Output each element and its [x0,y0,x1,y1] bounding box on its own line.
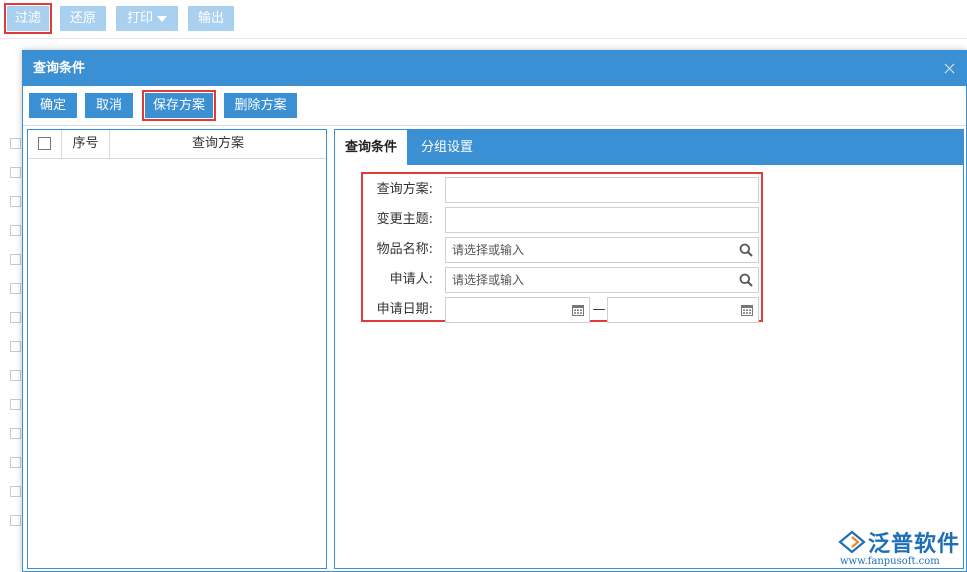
condition-panel: 查询条件 分组设置 查询方案: 变更主题: 物品名称: 请选择或输入 申请人: … [334,129,964,569]
row-checkbox[interactable] [10,138,21,149]
item-name-label: 物品名称: [376,242,433,257]
dialog-toolbar: 确定 取消 保存方案 删除方案 [23,86,966,126]
change-subject-input[interactable] [445,207,759,233]
search-icon[interactable] [739,273,753,287]
query-dialog: 查询条件 确定 取消 保存方案 删除方案 序号 查询方案 查询条件 分组设置 查… [22,50,967,572]
print-button[interactable]: 打印 [116,6,178,31]
applicant-placeholder: 请选择或输入 [452,273,525,287]
item-name-placeholder: 请选择或输入 [452,243,525,257]
column-header-plan: 查询方案 [191,136,244,151]
save-plan-button[interactable]: 保存方案 [142,90,216,121]
row-checkbox[interactable] [10,283,21,294]
calendar-icon[interactable] [741,304,753,316]
row-checkbox[interactable] [10,486,21,497]
brand-watermark: 泛普软件 www.fanpusoft.com [836,526,962,570]
row-checkbox[interactable] [10,254,21,265]
search-icon[interactable] [739,243,753,257]
brand-name: 泛普软件 [868,532,961,557]
dialog-header: 查询条件 [23,51,966,86]
row-checkbox[interactable] [10,312,21,323]
restore-button[interactable]: 还原 [60,6,106,31]
filter-button[interactable]: 过滤 [4,3,52,34]
tab-query-conditions[interactable]: 查询条件 [335,130,407,165]
close-icon[interactable] [940,51,958,86]
form-row-item-name: 物品名称: 请选择或输入 [363,237,761,265]
brand-url: www.fanpusoft.com [840,556,940,567]
change-subject-label: 变更主题: [376,212,433,227]
plan-list-header: 序号 查询方案 [28,130,326,159]
background-grid-checkboxes [10,138,22,544]
row-checkbox[interactable] [10,428,21,439]
tab-bar: 查询条件 分组设置 [335,130,963,165]
form-row-applicant: 申请人: 请选择或输入 [363,267,761,295]
calendar-icon[interactable] [572,304,584,316]
toolbar-divider [0,38,967,39]
row-checkbox[interactable] [10,341,21,352]
row-checkbox[interactable] [10,167,21,178]
dialog-title: 查询条件 [33,61,86,76]
row-checkbox[interactable] [10,370,21,381]
row-checkbox[interactable] [10,399,21,410]
applicant-input[interactable]: 请选择或输入 [445,267,759,293]
item-name-input[interactable]: 请选择或输入 [445,237,759,263]
row-checkbox[interactable] [10,515,21,526]
date-range-separator: — [592,302,606,317]
query-plan-input[interactable] [445,177,759,203]
select-all-cell [28,130,62,159]
form-row-change-subject: 变更主题: [363,207,761,235]
date-from-input[interactable] [445,297,590,323]
main-toolbar: 过滤 还原 打印 输出 [0,0,967,38]
query-form: 查询方案: 变更主题: 物品名称: 请选择或输入 申请人: 请选择或输入 申请日… [361,172,763,325]
delete-plan-button[interactable]: 删除方案 [224,93,297,118]
form-row-apply-date: 申请日期: — [363,297,761,325]
print-button-label: 打印 [126,11,153,26]
tab-group-settings[interactable]: 分组设置 [421,130,473,165]
row-checkbox[interactable] [10,196,21,207]
form-row-query-plan: 查询方案: [363,177,761,205]
caret-down-icon [157,15,167,22]
select-all-checkbox[interactable] [38,137,51,150]
row-checkbox[interactable] [10,225,21,236]
brand-logo-icon [838,530,866,554]
column-header-seq: 序号 [62,130,110,159]
date-to-input[interactable] [607,297,759,323]
applicant-label: 申请人: [389,272,433,287]
export-button[interactable]: 输出 [188,6,234,31]
apply-date-label: 申请日期: [376,302,433,317]
row-checkbox[interactable] [10,457,21,468]
plan-list-panel: 序号 查询方案 [27,129,327,569]
cancel-button[interactable]: 取消 [85,93,133,118]
confirm-button[interactable]: 确定 [29,93,77,118]
query-plan-label: 查询方案: [376,182,433,197]
